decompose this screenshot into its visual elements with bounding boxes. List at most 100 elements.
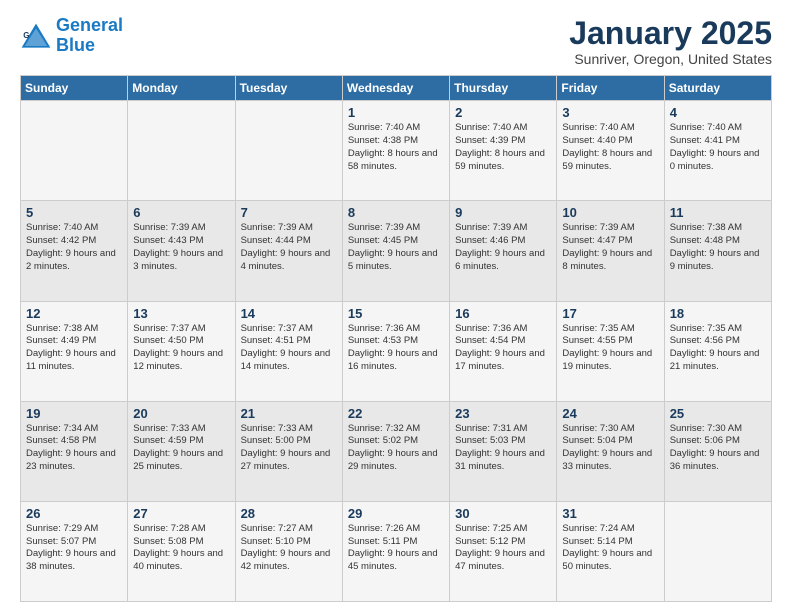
day-number: 13 bbox=[133, 306, 229, 321]
day-number: 4 bbox=[670, 105, 766, 120]
day-number: 10 bbox=[562, 205, 658, 220]
weekday-header-row: SundayMondayTuesdayWednesdayThursdayFrid… bbox=[21, 76, 772, 101]
day-number: 27 bbox=[133, 506, 229, 521]
day-info: Sunrise: 7:36 AM Sunset: 4:54 PM Dayligh… bbox=[455, 323, 551, 374]
day-number: 21 bbox=[241, 406, 337, 421]
calendar-week-row: 19 Sunrise: 7:34 AM Sunset: 4:58 PM Dayli… bbox=[21, 401, 772, 501]
day-number: 1 bbox=[348, 105, 444, 120]
weekday-header-thursday: Thursday bbox=[450, 76, 557, 101]
day-info: Sunrise: 7:38 AM Sunset: 4:48 PM Dayligh… bbox=[670, 222, 766, 273]
day-number: 28 bbox=[241, 506, 337, 521]
calendar-cell: 14 Sunrise: 7:37 AM Sunset: 4:51 PM Dayli… bbox=[235, 301, 342, 401]
calendar-cell: 18 Sunrise: 7:35 AM Sunset: 4:56 PM Dayli… bbox=[664, 301, 771, 401]
calendar-cell: 11 Sunrise: 7:38 AM Sunset: 4:48 PM Dayli… bbox=[664, 201, 771, 301]
calendar-cell: 17 Sunrise: 7:35 AM Sunset: 4:55 PM Dayli… bbox=[557, 301, 664, 401]
day-info: Sunrise: 7:39 AM Sunset: 4:46 PM Dayligh… bbox=[455, 222, 551, 273]
weekday-header-saturday: Saturday bbox=[664, 76, 771, 101]
day-info: Sunrise: 7:34 AM Sunset: 4:58 PM Dayligh… bbox=[26, 423, 122, 474]
calendar-cell: 23Sunrise: 7:31 AM Sunset: 5:03 PM Dayli… bbox=[450, 401, 557, 501]
day-info: Sunrise: 7:40 AM Sunset: 4:40 PM Dayligh… bbox=[562, 122, 658, 173]
calendar-cell: 13 Sunrise: 7:37 AM Sunset: 4:50 PM Dayli… bbox=[128, 301, 235, 401]
calendar-cell: 8Sunrise: 7:39 AM Sunset: 4:45 PM Daylig… bbox=[342, 201, 449, 301]
calendar-cell: 12 Sunrise: 7:38 AM Sunset: 4:49 PM Dayli… bbox=[21, 301, 128, 401]
day-info: Sunrise: 7:39 AM Sunset: 4:44 PM Dayligh… bbox=[241, 222, 337, 273]
day-info: Sunrise: 7:35 AM Sunset: 4:55 PM Dayligh… bbox=[562, 323, 658, 374]
calendar-cell: 10 Sunrise: 7:39 AM Sunset: 4:47 PM Dayli… bbox=[557, 201, 664, 301]
calendar-cell: 25Sunrise: 7:30 AM Sunset: 5:06 PM Dayli… bbox=[664, 401, 771, 501]
day-info: Sunrise: 7:33 AM Sunset: 4:59 PM Dayligh… bbox=[133, 423, 229, 474]
logo-line2: Blue bbox=[56, 35, 95, 55]
calendar-cell: 15Sunrise: 7:36 AM Sunset: 4:53 PM Dayli… bbox=[342, 301, 449, 401]
day-info: Sunrise: 7:26 AM Sunset: 5:11 PM Dayligh… bbox=[348, 523, 444, 574]
logo-icon: G bbox=[20, 22, 52, 50]
calendar-cell: 29 Sunrise: 7:26 AM Sunset: 5:11 PM Dayli… bbox=[342, 501, 449, 601]
page: G General Blue January 2025 Sunriver, Or… bbox=[0, 0, 792, 612]
day-info: Sunrise: 7:36 AM Sunset: 4:53 PM Dayligh… bbox=[348, 323, 444, 374]
calendar-cell: 4Sunrise: 7:40 AM Sunset: 4:41 PM Daylig… bbox=[664, 101, 771, 201]
header: G General Blue January 2025 Sunriver, Or… bbox=[20, 16, 772, 67]
logo-line1: General bbox=[56, 15, 123, 35]
calendar-cell: 6Sunrise: 7:39 AM Sunset: 4:43 PM Daylig… bbox=[128, 201, 235, 301]
weekday-header-sunday: Sunday bbox=[21, 76, 128, 101]
day-number: 24 bbox=[562, 406, 658, 421]
day-number: 11 bbox=[670, 205, 766, 220]
main-title: January 2025 bbox=[569, 16, 772, 51]
weekday-header-friday: Friday bbox=[557, 76, 664, 101]
day-number: 26 bbox=[26, 506, 122, 521]
day-number: 19 bbox=[26, 406, 122, 421]
day-number: 14 bbox=[241, 306, 337, 321]
day-info: Sunrise: 7:37 AM Sunset: 4:50 PM Dayligh… bbox=[133, 323, 229, 374]
day-info: Sunrise: 7:40 AM Sunset: 4:39 PM Dayligh… bbox=[455, 122, 551, 173]
day-number: 17 bbox=[562, 306, 658, 321]
calendar-cell: 1 Sunrise: 7:40 AM Sunset: 4:38 PM Daylig… bbox=[342, 101, 449, 201]
day-number: 6 bbox=[133, 205, 229, 220]
calendar-cell: 24Sunrise: 7:30 AM Sunset: 5:04 PM Dayli… bbox=[557, 401, 664, 501]
calendar-cell: 22Sunrise: 7:32 AM Sunset: 5:02 PM Dayli… bbox=[342, 401, 449, 501]
day-number: 8 bbox=[348, 205, 444, 220]
calendar-cell: 9 Sunrise: 7:39 AM Sunset: 4:46 PM Daylig… bbox=[450, 201, 557, 301]
calendar-cell: 5Sunrise: 7:40 AM Sunset: 4:42 PM Daylig… bbox=[21, 201, 128, 301]
calendar-week-row: 26Sunrise: 7:29 AM Sunset: 5:07 PM Dayli… bbox=[21, 501, 772, 601]
day-number: 31 bbox=[562, 506, 658, 521]
calendar-cell: 21Sunrise: 7:33 AM Sunset: 5:00 PM Dayli… bbox=[235, 401, 342, 501]
day-info: Sunrise: 7:25 AM Sunset: 5:12 PM Dayligh… bbox=[455, 523, 551, 574]
calendar-cell: 3 Sunrise: 7:40 AM Sunset: 4:40 PM Daylig… bbox=[557, 101, 664, 201]
calendar-cell: 31 Sunrise: 7:24 AM Sunset: 5:14 PM Dayli… bbox=[557, 501, 664, 601]
day-number: 7 bbox=[241, 205, 337, 220]
calendar-week-row: 1 Sunrise: 7:40 AM Sunset: 4:38 PM Daylig… bbox=[21, 101, 772, 201]
day-info: Sunrise: 7:38 AM Sunset: 4:49 PM Dayligh… bbox=[26, 323, 122, 374]
title-block: January 2025 Sunriver, Oregon, United St… bbox=[569, 16, 772, 67]
calendar-cell: 20 Sunrise: 7:33 AM Sunset: 4:59 PM Dayli… bbox=[128, 401, 235, 501]
calendar-cell bbox=[664, 501, 771, 601]
calendar-cell: 26Sunrise: 7:29 AM Sunset: 5:07 PM Dayli… bbox=[21, 501, 128, 601]
day-number: 30 bbox=[455, 506, 551, 521]
calendar-cell: 19 Sunrise: 7:34 AM Sunset: 4:58 PM Dayli… bbox=[21, 401, 128, 501]
calendar-cell bbox=[21, 101, 128, 201]
day-number: 9 bbox=[455, 205, 551, 220]
day-info: Sunrise: 7:32 AM Sunset: 5:02 PM Dayligh… bbox=[348, 423, 444, 474]
calendar-cell: 16 Sunrise: 7:36 AM Sunset: 4:54 PM Dayli… bbox=[450, 301, 557, 401]
day-info: Sunrise: 7:39 AM Sunset: 4:47 PM Dayligh… bbox=[562, 222, 658, 273]
weekday-header-wednesday: Wednesday bbox=[342, 76, 449, 101]
day-number: 3 bbox=[562, 105, 658, 120]
logo: G General Blue bbox=[20, 16, 123, 56]
subtitle: Sunriver, Oregon, United States bbox=[569, 51, 772, 67]
calendar-cell: 30 Sunrise: 7:25 AM Sunset: 5:12 PM Dayli… bbox=[450, 501, 557, 601]
day-info: Sunrise: 7:24 AM Sunset: 5:14 PM Dayligh… bbox=[562, 523, 658, 574]
calendar-week-row: 12 Sunrise: 7:38 AM Sunset: 4:49 PM Dayli… bbox=[21, 301, 772, 401]
day-number: 20 bbox=[133, 406, 229, 421]
day-info: Sunrise: 7:35 AM Sunset: 4:56 PM Dayligh… bbox=[670, 323, 766, 374]
calendar-cell: 2Sunrise: 7:40 AM Sunset: 4:39 PM Daylig… bbox=[450, 101, 557, 201]
day-number: 18 bbox=[670, 306, 766, 321]
calendar-cell: 27Sunrise: 7:28 AM Sunset: 5:08 PM Dayli… bbox=[128, 501, 235, 601]
day-number: 23 bbox=[455, 406, 551, 421]
day-number: 25 bbox=[670, 406, 766, 421]
weekday-header-monday: Monday bbox=[128, 76, 235, 101]
day-number: 12 bbox=[26, 306, 122, 321]
day-number: 29 bbox=[348, 506, 444, 521]
day-info: Sunrise: 7:37 AM Sunset: 4:51 PM Dayligh… bbox=[241, 323, 337, 374]
logo-text: General Blue bbox=[56, 16, 123, 56]
day-number: 16 bbox=[455, 306, 551, 321]
weekday-header-tuesday: Tuesday bbox=[235, 76, 342, 101]
day-info: Sunrise: 7:40 AM Sunset: 4:38 PM Dayligh… bbox=[348, 122, 444, 173]
